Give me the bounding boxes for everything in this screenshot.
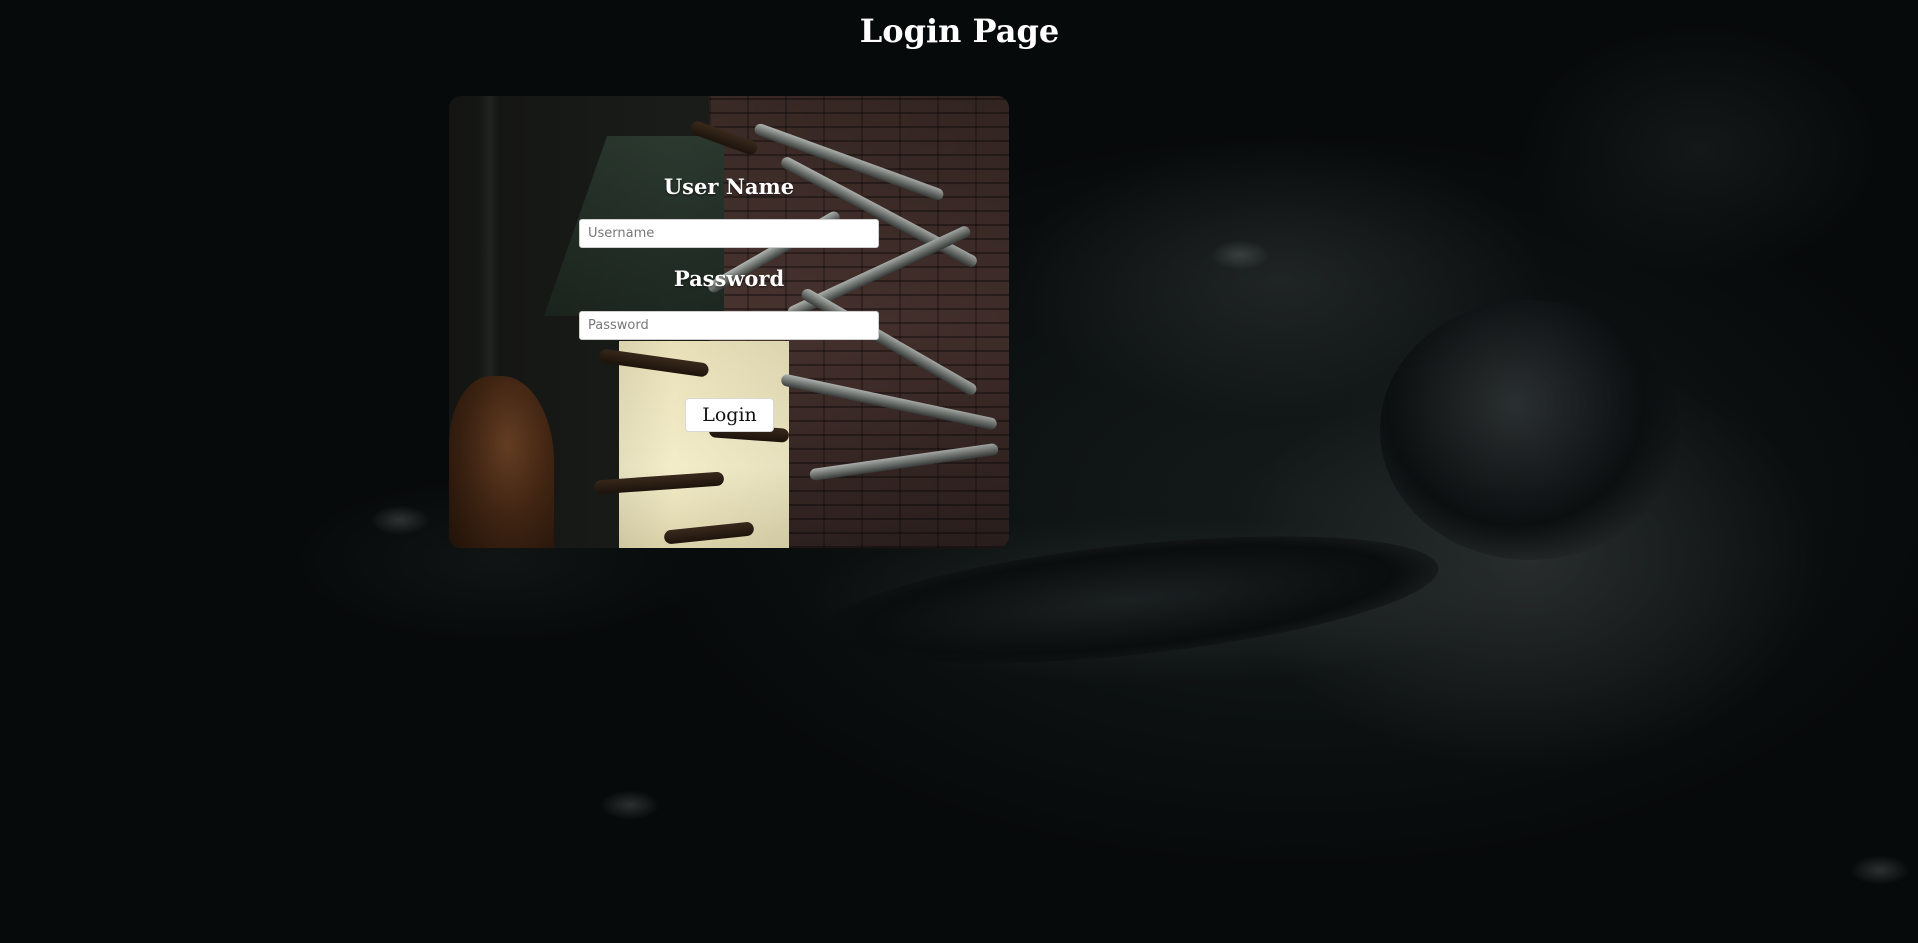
username-input[interactable] bbox=[579, 219, 879, 248]
username-label: User Name bbox=[663, 174, 795, 199]
background-bokeh-spot bbox=[1850, 855, 1910, 885]
background-bokeh-spot bbox=[370, 505, 430, 535]
page-title: Login Page bbox=[859, 12, 1060, 50]
password-label: Password bbox=[673, 266, 785, 291]
password-input[interactable] bbox=[579, 311, 879, 340]
login-button[interactable]: Login bbox=[685, 398, 774, 432]
background-bokeh-spot bbox=[1210, 240, 1270, 270]
background-bokeh-spot bbox=[600, 790, 660, 820]
login-card: User Name Password Login bbox=[449, 96, 1009, 548]
background-spider-blur bbox=[1380, 300, 1680, 560]
